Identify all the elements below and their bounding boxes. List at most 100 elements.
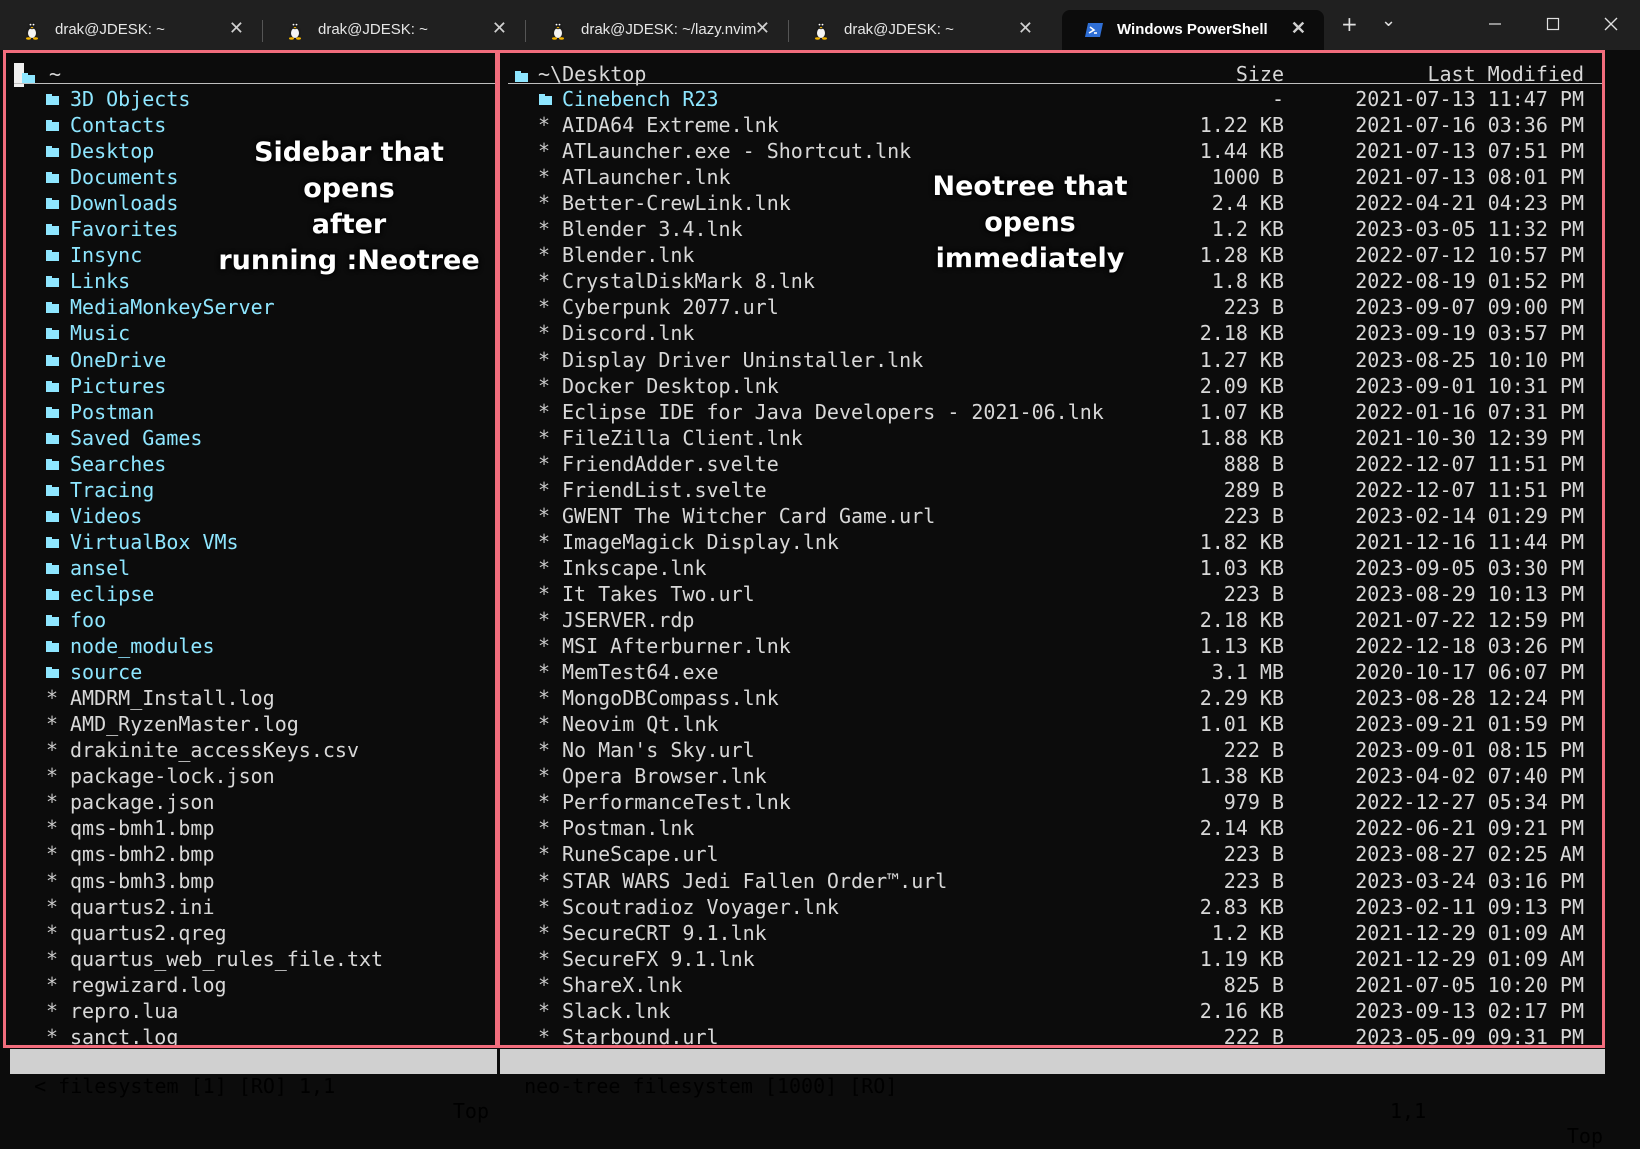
- file-modified-date: 2021-12-29 01:09 AM: [1355, 946, 1584, 971]
- powershell-icon: [1085, 23, 1103, 37]
- tree-folder-item[interactable]: Music: [70, 320, 130, 346]
- tree-folder-item[interactable]: Insync: [70, 242, 142, 268]
- tree-file-item[interactable]: repro.lua: [70, 998, 178, 1024]
- folder-icon: [46, 94, 59, 105]
- close-icon: [1604, 17, 1618, 31]
- tab-close-button[interactable]: ✕: [229, 18, 244, 39]
- tree-folder-item[interactable]: Links: [70, 268, 130, 294]
- tree-folder-item[interactable]: Tracing: [70, 477, 154, 503]
- tab-close-button[interactable]: ✕: [1291, 18, 1306, 39]
- new-tab-button[interactable]: +: [1341, 12, 1358, 36]
- file-modified-date: 2021-07-13 11:47 PM: [1355, 87, 1584, 111]
- tree-folder-item[interactable]: node_modules: [70, 633, 215, 659]
- linux-penguin-icon: [26, 20, 38, 40]
- tab-4[interactable]: drak@JDESK: ~ ✕: [789, 10, 1051, 50]
- tree-folder-item[interactable]: VirtualBox VMs: [70, 529, 239, 555]
- tab-dropdown-button[interactable]: ⌄: [1381, 10, 1396, 31]
- tree-file-item[interactable]: quartus_web_rules_file.txt: [70, 946, 383, 972]
- folder-icon: [46, 276, 59, 288]
- status-line-left: < filesystem [1] [RO] 1,1 Top: [10, 1049, 497, 1123]
- tree-folder-item[interactable]: Pictures: [70, 373, 166, 399]
- tree-file-item[interactable]: qms-bmh1.bmp: [70, 815, 215, 841]
- tree-file-item[interactable]: qms-bmh3.bmp: [70, 868, 215, 894]
- tree-folder-item[interactable]: Searches: [70, 451, 166, 477]
- tree-file-item[interactable]: AMDRM_Install.log: [70, 685, 275, 711]
- file-modified-date: 2022-06-21 09:21 PM: [1355, 816, 1584, 841]
- tab-3[interactable]: drak@JDESK: ~/lazy.nvim ✕: [526, 10, 788, 50]
- tree-file-item[interactable]: drakinite_accessKeys.csv: [70, 737, 359, 763]
- maximize-icon: [1546, 17, 1560, 31]
- tab-close-button[interactable]: ✕: [1018, 18, 1033, 39]
- file-modified-date: 2023-08-27 02:25 AM: [1355, 842, 1584, 867]
- minimize-icon: [1489, 23, 1501, 25]
- tree-folder-item[interactable]: Saved Games: [70, 425, 202, 451]
- tree-folder-item[interactable]: foo: [70, 607, 106, 633]
- tab-close-button[interactable]: ✕: [492, 18, 507, 39]
- file-modified-date: 2021-12-16 11:44 PM: [1355, 529, 1584, 554]
- status-left-text: < filesystem [1] [RO] 1,1: [34, 1074, 336, 1098]
- tree-folder-item[interactable]: Documents: [70, 164, 178, 190]
- tree-folder-item[interactable]: ansel: [70, 555, 130, 581]
- folder-icon: [46, 510, 59, 522]
- tree-folder-item[interactable]: Postman: [70, 399, 154, 425]
- minimize-button[interactable]: [1466, 0, 1524, 48]
- file-modified-date: 2023-09-13 02:17 PM: [1355, 998, 1584, 1023]
- tree-folder-item[interactable]: Favorites: [70, 216, 178, 242]
- tree-file-item[interactable]: package.json: [70, 789, 215, 815]
- tree-folder-item[interactable]: eclipse: [70, 581, 154, 607]
- tab-2[interactable]: drak@JDESK: ~ ✕: [263, 10, 525, 50]
- annotation-line: Neotree that opens: [932, 171, 1128, 238]
- neotree-annotation: Neotree that opens immediately: [895, 169, 1165, 277]
- folder-icon: [46, 484, 59, 496]
- annotation-line: after: [311, 209, 387, 240]
- tree-file-item[interactable]: sanct.log: [70, 1024, 178, 1045]
- folder-icon: [46, 380, 59, 392]
- tree-file-item[interactable]: qms-bmh2.bmp: [70, 841, 215, 867]
- file-modified-date: 2022-12-18 03:26 PM: [1355, 634, 1584, 659]
- file-modified-date: 2022-01-16 07:31 PM: [1355, 399, 1584, 424]
- file-icon: *: [46, 764, 59, 789]
- file-modified-date: 2021-10-30 12:39 PM: [1355, 425, 1584, 450]
- file-icon: *: [46, 972, 59, 997]
- status-right-position: Top: [1566, 1124, 1603, 1148]
- tree-folder-item[interactable]: Desktop: [70, 138, 154, 164]
- file-modified-date: 2023-05-09 09:31 PM: [1355, 1024, 1584, 1048]
- tree-file-item[interactable]: quartus2.qreg: [70, 920, 227, 946]
- tree-folder-item[interactable]: MediaMonkeyServer: [70, 294, 275, 320]
- tree-file-item[interactable]: package-lock.json: [70, 763, 275, 789]
- tab-1[interactable]: drak@JDESK: ~ ✕: [0, 10, 262, 50]
- file-modified-date: 2023-08-29 10:13 PM: [1355, 581, 1584, 606]
- neotree-sidebar-pane[interactable]: ~ 3D Objects Contacts Desktop Documents Down…: [3, 50, 498, 1048]
- file-modified-date: 2023-08-25 10:10 PM: [1355, 347, 1584, 372]
- tree-folder-item[interactable]: OneDrive: [70, 347, 166, 373]
- file-icon: *: [46, 894, 59, 919]
- file-modified-date: 2021-07-22 12:59 PM: [1355, 608, 1584, 632]
- maximize-button[interactable]: [1524, 0, 1582, 48]
- tree-file-item[interactable]: regwizard.log: [70, 972, 227, 998]
- linux-penguin-icon: [815, 20, 827, 40]
- status-right-text: neo-tree filesystem [1000] [RO]: [524, 1074, 898, 1098]
- tree-folder-item[interactable]: Videos: [70, 503, 142, 529]
- status-line-right: neo-tree filesystem [1000] [RO] 1,1 Top: [500, 1049, 1605, 1148]
- header-rule: [14, 83, 495, 84]
- tree-folder-item[interactable]: Contacts: [70, 112, 166, 138]
- tab-5[interactable]: Windows PowerShell ✕: [1062, 10, 1324, 50]
- tree-folder-item[interactable]: 3D Objects: [70, 86, 190, 112]
- folder-icon: [46, 406, 59, 418]
- file-modified-date: 2021-07-05 10:20 PM: [1355, 972, 1584, 997]
- tree-folder-item[interactable]: Downloads: [70, 190, 178, 216]
- tree-file-item[interactable]: quartus2.ini: [70, 894, 215, 920]
- file-modified-date: 2021-07-13 07:51 PM: [1355, 139, 1584, 164]
- file-icon: *: [46, 946, 59, 971]
- folder-icon: [46, 120, 59, 132]
- tab-title: drak@JDESK: ~: [318, 21, 428, 38]
- tree-file-item[interactable]: AMD_RyzenMaster.log: [70, 711, 299, 737]
- tree-folder-item[interactable]: source: [70, 659, 142, 685]
- folder-icon: [46, 198, 59, 210]
- folder-icon: [46, 615, 59, 626]
- neotree-main-pane[interactable]: ~\Desktop Size Last Modified Cinebench R…: [497, 50, 1605, 1048]
- close-window-button[interactable]: [1582, 0, 1640, 48]
- tab-close-button[interactable]: ✕: [755, 18, 770, 39]
- file-modified-date: 2021-12-29 01:09 AM: [1355, 920, 1584, 945]
- file-modified-date: 2022-12-07 11:51 PM: [1355, 451, 1584, 476]
